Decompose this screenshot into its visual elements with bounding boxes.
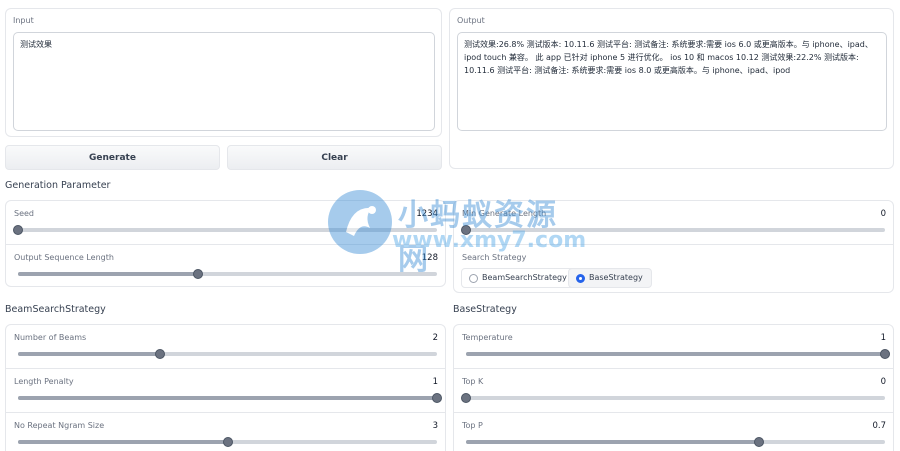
beam-search-strategy-title: BeamSearchStrategy: [5, 304, 106, 315]
length-penalty-slider-thumb[interactable]: [432, 393, 442, 403]
output-label: Output: [457, 16, 485, 25]
input-panel: Input 测试效果: [5, 8, 442, 137]
num-beams-label: Number of Beams: [14, 333, 87, 342]
no-repeat-ngram-slider-thumb[interactable]: [222, 437, 233, 447]
top-k-value[interactable]: 0: [881, 377, 886, 387]
temperature-slider[interactable]: [466, 349, 890, 359]
radio-beam-label: BeamSearchStrategy: [482, 273, 567, 282]
output-length-slider-row: Output Sequence Length 128: [6, 244, 445, 287]
length-penalty-row: Length Penalty 1: [6, 368, 445, 411]
min-length-slider[interactable]: [461, 225, 885, 235]
top-p-value[interactable]: 0.7: [872, 421, 886, 431]
output-length-label: Output Sequence Length: [14, 253, 114, 262]
temperature-label: Temperature: [462, 333, 513, 342]
input-label: Input: [13, 16, 34, 25]
input-textarea[interactable]: 测试效果: [13, 32, 435, 131]
clear-button[interactable]: Clear: [227, 145, 442, 170]
top-p-slider-thumb[interactable]: [754, 437, 765, 447]
top-p-slider[interactable]: [466, 437, 885, 447]
length-penalty-label: Length Penalty: [14, 377, 74, 386]
top-p-label: Top P: [462, 421, 483, 430]
temperature-slider-thumb[interactable]: [880, 349, 890, 359]
length-penalty-value[interactable]: 1: [433, 377, 438, 387]
top-k-label: Top K: [462, 377, 484, 386]
num-beams-value[interactable]: 2: [433, 333, 438, 343]
length-penalty-slider[interactable]: [18, 393, 442, 403]
temperature-row: Temperature 1: [454, 325, 893, 368]
seed-value[interactable]: 1234: [416, 209, 438, 219]
search-strategy-label: Search Strategy: [462, 253, 527, 262]
output-textarea[interactable]: 测试效果:26.8% 测试版本: 10.11.6 测试平台: 测试备注: 系统要…: [457, 32, 887, 131]
num-beams-row: Number of Beams 2: [6, 325, 445, 368]
num-beams-slider-thumb[interactable]: [155, 349, 166, 359]
generate-button[interactable]: Generate: [5, 145, 220, 170]
output-length-slider[interactable]: [18, 269, 437, 279]
top-p-row: Top P 0.7: [454, 412, 893, 451]
base-strategy-title: BaseStrategy: [453, 304, 517, 315]
num-beams-slider[interactable]: [18, 349, 437, 359]
no-repeat-ngram-value[interactable]: 3: [433, 421, 438, 431]
seed-label: Seed: [14, 209, 34, 218]
radio-circle-icon: [469, 274, 478, 283]
generation-right-box: Min Generate Length 0 Search Strategy Be…: [453, 200, 894, 293]
min-length-slider-thumb[interactable]: [461, 225, 471, 235]
beam-strategy-box: Number of Beams 2 Length Penalty 1 No Re…: [5, 324, 446, 451]
base-strategy-box: Temperature 1 Top K 0 Top P 0.7: [453, 324, 894, 451]
min-length-value[interactable]: 0: [881, 209, 886, 219]
output-length-value[interactable]: 128: [422, 253, 438, 263]
no-repeat-ngram-label: No Repeat Ngram Size: [14, 421, 105, 430]
seed-slider[interactable]: [13, 225, 437, 235]
output-length-slider-thumb[interactable]: [193, 269, 204, 279]
radio-base-strategy[interactable]: BaseStrategy: [568, 268, 652, 288]
generation-parameter-title: Generation Parameter: [5, 180, 111, 191]
radio-beam-search-strategy[interactable]: BeamSearchStrategy: [461, 268, 576, 288]
no-repeat-ngram-row: No Repeat Ngram Size 3: [6, 412, 445, 451]
seed-slider-row: Seed 1234: [6, 201, 445, 244]
min-length-label: Min Generate Length: [462, 209, 547, 218]
output-panel: Output 测试效果:26.8% 测试版本: 10.11.6 测试平台: 测试…: [449, 8, 894, 169]
top-k-slider-thumb[interactable]: [461, 393, 471, 403]
top-k-row: Top K 0: [454, 368, 893, 411]
temperature-value[interactable]: 1: [881, 333, 886, 343]
top-k-slider[interactable]: [461, 393, 885, 403]
generation-left-box: Seed 1234 Output Sequence Length 128: [5, 200, 446, 287]
min-length-slider-row: Min Generate Length 0: [454, 201, 893, 244]
no-repeat-ngram-slider[interactable]: [18, 437, 437, 447]
search-strategy-row: Search Strategy BeamSearchStrategy BaseS…: [454, 244, 893, 294]
seed-slider-thumb[interactable]: [13, 225, 23, 235]
radio-selected-icon: [576, 274, 585, 283]
radio-base-label: BaseStrategy: [589, 273, 643, 282]
